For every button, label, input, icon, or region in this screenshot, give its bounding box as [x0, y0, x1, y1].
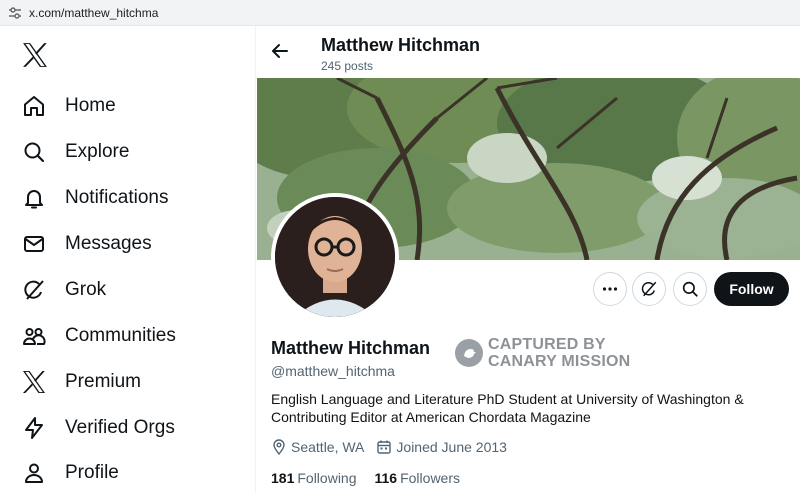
sidebar-item-label: Messages — [65, 233, 152, 254]
grok-icon — [22, 278, 46, 302]
sidebar-item-label: Profile — [65, 462, 119, 483]
more-options-button[interactable] — [593, 272, 627, 306]
canary-bird-icon — [455, 339, 483, 367]
sidebar-item-messages[interactable]: Messages — [22, 226, 152, 262]
avatar[interactable] — [271, 193, 399, 321]
home-icon — [22, 94, 46, 118]
search-icon — [22, 140, 46, 164]
followers-link[interactable]: 116 Followers — [375, 470, 461, 486]
sidebar-item-communities[interactable]: Communities — [22, 318, 176, 354]
person-icon — [22, 461, 46, 485]
following-count: 181 — [271, 470, 295, 486]
mail-icon — [22, 232, 46, 256]
join-date: Joined June 2013 — [376, 439, 507, 455]
x-logo-icon — [22, 370, 46, 394]
sidebar-nav: Home Explore Notifications Messages Grok… — [0, 26, 256, 492]
following-label: Following — [297, 470, 357, 486]
sidebar-item-label: Explore — [65, 141, 130, 162]
follow-counts: 181 Following 116 Followers — [271, 470, 478, 486]
profile-bio: English Language and Literature PhD Stud… — [271, 391, 744, 425]
stamp-line-1: CAPTURED BY — [488, 336, 606, 353]
following-link[interactable]: 181 Following — [271, 470, 357, 486]
profile-handle: @matthew_hitchma — [271, 363, 395, 379]
followers-label: Followers — [400, 470, 460, 486]
sidebar-item-profile[interactable]: Profile — [22, 455, 119, 491]
communities-icon — [22, 324, 46, 348]
location: Seattle, WA — [271, 439, 364, 455]
search-profile-button[interactable] — [673, 272, 707, 306]
sidebar-item-explore[interactable]: Explore — [22, 134, 129, 170]
sidebar-item-label: Home — [65, 95, 116, 116]
follow-button[interactable]: Follow — [714, 272, 789, 306]
lightning-icon — [22, 416, 46, 440]
sidebar-item-label: Communities — [65, 325, 176, 346]
header-post-count: 245 posts — [321, 59, 374, 73]
location-pin-icon — [273, 439, 285, 455]
back-arrow-icon[interactable] — [269, 40, 291, 62]
header-name: Matthew Hitchman — [321, 35, 481, 55]
stamp-line-2: CANARY MISSION — [488, 353, 631, 370]
join-date-text: Joined June 2013 — [396, 439, 507, 455]
profile-header-bar: Matthew Hitchman 245 posts — [257, 26, 800, 78]
browser-address-bar[interactable]: x.com/matthew_hitchma — [0, 0, 800, 26]
search-icon — [682, 281, 698, 297]
sidebar-item-label: Verified Orgs — [65, 417, 175, 438]
profile-meta: Seattle, WA Joined June 2013 — [271, 439, 519, 455]
sidebar-item-premium[interactable]: Premium — [22, 364, 141, 400]
grok-profile-button[interactable] — [632, 272, 666, 306]
bell-icon — [22, 186, 46, 210]
sidebar-item-verified-orgs[interactable]: Verified Orgs — [22, 410, 175, 446]
x-logo-icon[interactable] — [22, 43, 48, 67]
more-icon — [602, 287, 618, 291]
site-settings-icon[interactable] — [8, 6, 22, 19]
sidebar-item-notifications[interactable]: Notifications — [22, 180, 169, 216]
profile-name: Matthew Hitchman — [271, 338, 431, 358]
profile-main: Matthew Hitchman 245 posts Follow Matthe… — [257, 26, 800, 492]
calendar-icon — [377, 440, 392, 454]
grok-icon — [641, 281, 657, 297]
canary-mission-stamp: CAPTURED BY CANARY MISSION — [455, 336, 630, 370]
sidebar-item-label: Grok — [65, 279, 107, 300]
followers-count: 116 — [374, 470, 398, 486]
sidebar-item-home[interactable]: Home — [22, 88, 116, 124]
sidebar-item-grok[interactable]: Grok — [22, 272, 106, 308]
location-text: Seattle, WA — [291, 439, 365, 455]
sidebar-item-label: Premium — [65, 371, 142, 392]
sidebar-item-label: Notifications — [65, 187, 169, 208]
url-text[interactable]: x.com/matthew_hitchma — [29, 6, 158, 20]
